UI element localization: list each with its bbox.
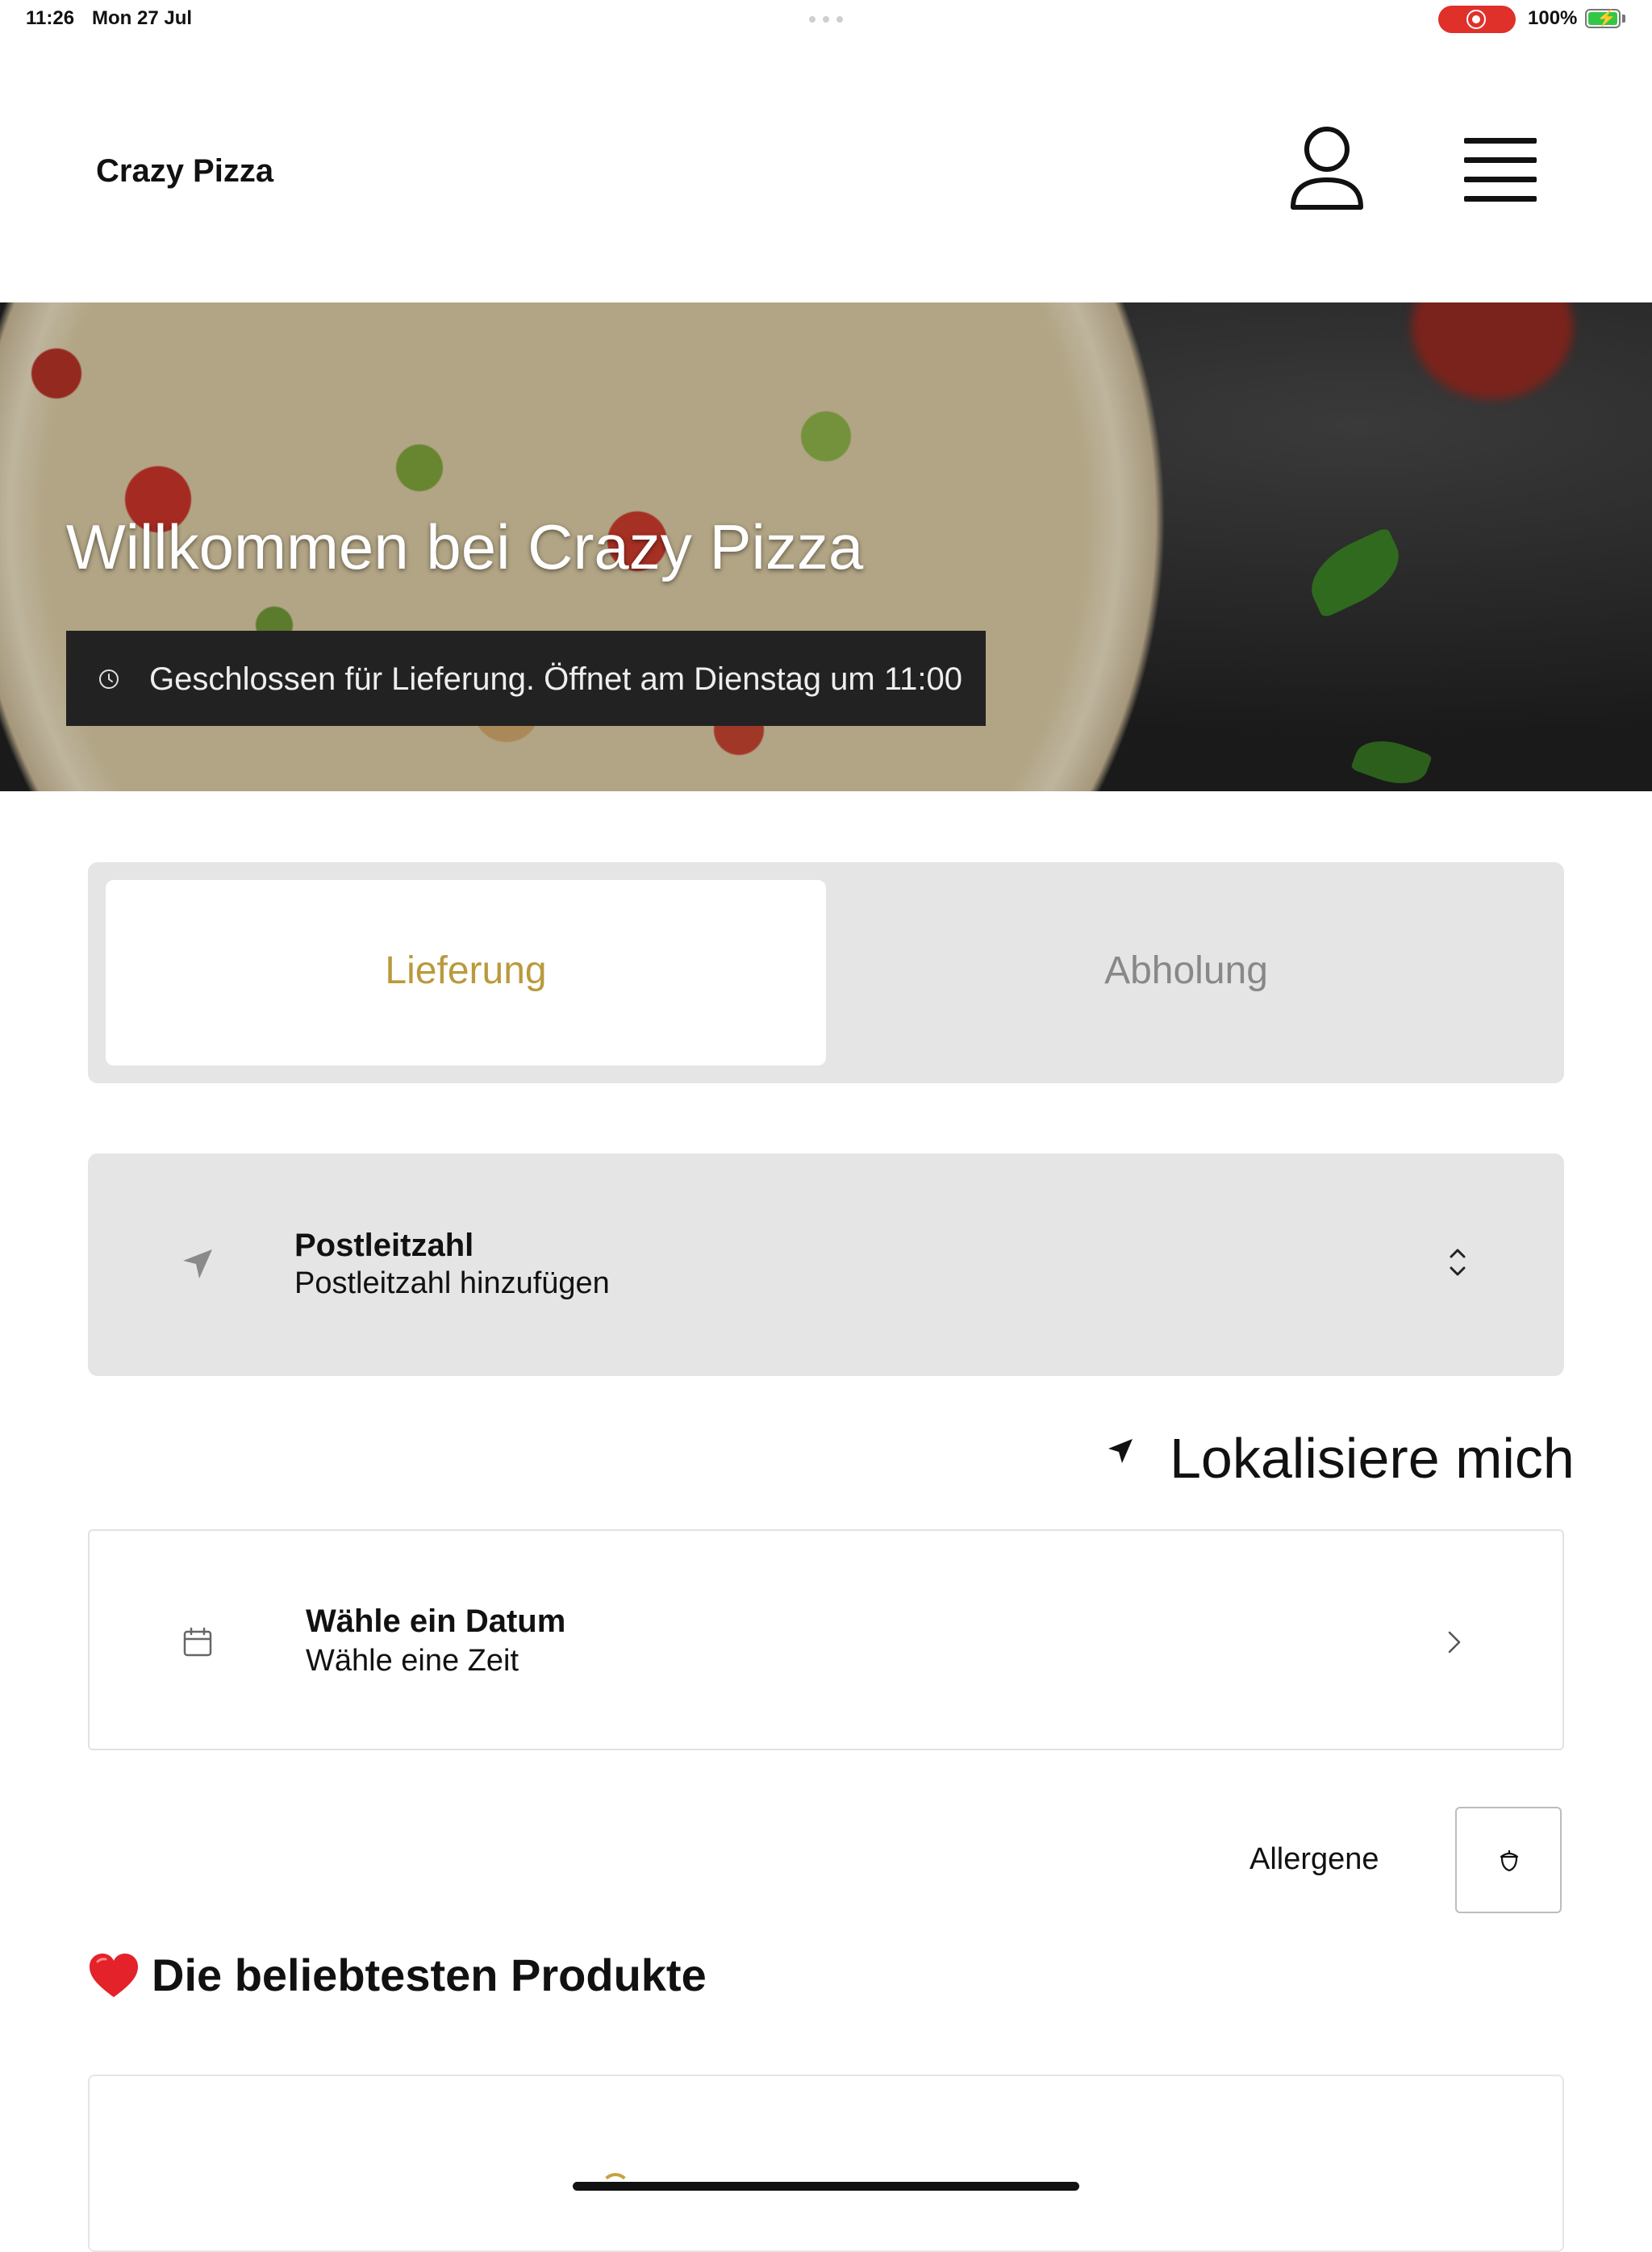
tab-abholung[interactable]: Abholung [826,949,1546,993]
chevron-up-down-icon [1450,1249,1466,1276]
allergens-label: Allergene [1249,1842,1379,1876]
home-indicator[interactable] [573,2182,1079,2191]
allergens-button[interactable] [1455,1807,1562,1913]
screen-recording-icon[interactable] [1438,6,1516,33]
chevron-right-icon [1448,1631,1461,1654]
location-arrow-icon [183,1249,212,1278]
opening-status-banner: Geschlossen für Lieferung. Öffnet am Die… [66,631,986,726]
product-card[interactable] [88,2075,1564,2252]
menu-button[interactable] [1460,133,1541,206]
hamburger-menu-icon [1464,138,1537,144]
calendar-icon [183,1627,212,1657]
battery-percentage: 100% [1528,7,1578,29]
status-time: 11:26 [26,7,75,29]
locate-me-button[interactable]: Lokalisiere mich [1105,1420,1575,1490]
multitasking-dots-icon[interactable] [809,16,843,23]
time-label: Wähle eine Zeit [306,1644,519,1678]
postal-code-field[interactable]: Postleitzahl Postleitzahl hinzufügen [88,1153,1564,1376]
tab-lieferung-label[interactable]: Lieferung [106,949,826,993]
locate-me-label: Lokalisiere mich [1170,1427,1575,1490]
postal-code-placeholder: Postleitzahl hinzufügen [294,1266,610,1300]
date-label: Wähle ein Datum [306,1604,566,1639]
user-icon [1291,127,1363,210]
hero-title: Willkommen bei Crazy Pizza [66,511,864,582]
popular-products-title: Die beliebtesten Produkte [152,1950,707,2000]
brand-logo-text[interactable]: Crazy Pizza [96,153,273,190]
date-time-picker[interactable]: Wähle ein Datum Wähle eine Zeit [88,1529,1564,1750]
status-bar: 11:26 Mon 27 Jul 100% ⚡ [0,0,1652,39]
heart-icon [90,1954,138,1997]
status-date: Mon 27 Jul [92,7,193,29]
battery-icon: ⚡ [1585,9,1621,28]
account-button[interactable] [1287,125,1367,214]
opening-status-text: Geschlossen für Lieferung. Öffnet am Die… [149,661,962,697]
acorn-icon [1500,1850,1519,1872]
postal-code-label: Postleitzahl [294,1228,474,1263]
battery-cap [1622,15,1625,23]
clock-icon [99,669,119,689]
location-arrow-icon [1108,1439,1133,1463]
hero-banner: Willkommen bei Crazy Pizza Geschlossen f… [0,302,1652,791]
